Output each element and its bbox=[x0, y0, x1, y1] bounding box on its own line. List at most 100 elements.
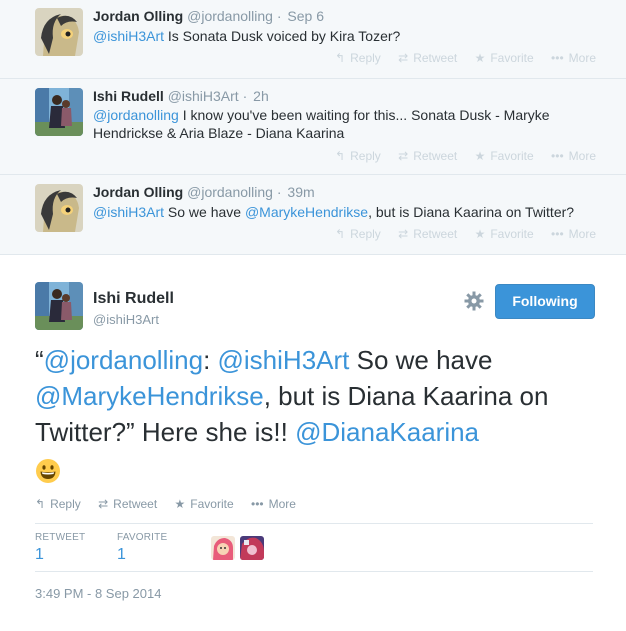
more-dots-icon: ••• bbox=[551, 227, 564, 241]
retweet-button[interactable]: ⇄ Retweet bbox=[398, 227, 457, 241]
reply-button[interactable]: ↰ Reply bbox=[35, 497, 81, 511]
reply-header: Jordan Olling @jordanolling · Sep 6 bbox=[93, 8, 324, 24]
favorite-label: Favorite bbox=[190, 497, 234, 511]
tweet-text: @ishiH3Art So we have @MarykeHendrikse, … bbox=[93, 203, 583, 221]
avatar-jordan[interactable] bbox=[35, 184, 83, 232]
favorite-label: Favorite bbox=[490, 149, 534, 163]
following-button[interactable]: Following bbox=[495, 284, 595, 319]
reply-label: Reply bbox=[350, 227, 381, 241]
retweet-count[interactable]: 1 bbox=[35, 546, 44, 564]
more-dots-icon: ••• bbox=[551, 149, 564, 163]
mention-link[interactable]: @jordanolling bbox=[44, 345, 203, 375]
favoriter-avatar-1[interactable] bbox=[211, 536, 235, 560]
author-handle[interactable]: @jordanolling bbox=[187, 184, 273, 200]
avatar-jordan[interactable] bbox=[35, 8, 83, 56]
tweet-timestamp[interactable]: 3:49 PM - 8 Sep 2014 bbox=[35, 586, 161, 601]
avatar-ishi-main[interactable] bbox=[35, 282, 83, 330]
more-dots-icon: ••• bbox=[251, 497, 264, 511]
quote-mark: “ bbox=[35, 345, 44, 375]
retweet-count-label: RETWEET bbox=[35, 532, 86, 543]
reply-label: Reply bbox=[50, 497, 81, 511]
colon-text: : bbox=[203, 345, 218, 375]
mention-link[interactable]: @ishiH3Art bbox=[93, 204, 164, 220]
favorite-count-label: FAVORITE bbox=[117, 532, 168, 543]
retweet-label: Retweet bbox=[413, 51, 458, 65]
main-author-handle[interactable]: @ishiH3Art bbox=[93, 312, 159, 327]
author-name[interactable]: Jordan Olling bbox=[93, 8, 183, 24]
tweet-text-body: I know you've been waiting for this... S… bbox=[178, 107, 550, 123]
more-label: More bbox=[568, 51, 596, 65]
reply-tweet-3[interactable]: Jordan Olling @jordanolling · 39m @ishiH… bbox=[0, 175, 626, 255]
tweet-time[interactable]: 2h bbox=[253, 88, 269, 104]
tweet-actions: ↰ Reply ⇄ Retweet ★ Favorite ••• More bbox=[321, 227, 596, 241]
retweet-icon: ⇄ bbox=[398, 227, 409, 241]
more-button[interactable]: ••• More bbox=[551, 149, 596, 163]
reply-tweet-1[interactable]: Jordan Olling @jordanolling · Sep 6 @ish… bbox=[0, 0, 626, 79]
mention-link[interactable]: @ishiH3Art bbox=[93, 28, 164, 44]
main-tweet-text: “@jordanolling: @ishiH3Art So we have @M… bbox=[35, 342, 595, 486]
tweet-text-body-end: , but is Diana Kaarina on Twitter? bbox=[368, 204, 575, 220]
reply-icon: ↰ bbox=[335, 227, 346, 241]
reply-label: Reply bbox=[350, 149, 381, 163]
favorite-count[interactable]: 1 bbox=[117, 546, 126, 564]
main-tweet-actions: ↰ Reply ⇄ Retweet ★ Favorite ••• More bbox=[35, 497, 310, 511]
more-dots-icon: ••• bbox=[551, 51, 564, 65]
star-icon: ★ bbox=[474, 51, 486, 65]
more-label: More bbox=[268, 497, 296, 511]
mention-link[interactable]: @DianaKaarina bbox=[295, 417, 479, 447]
tweet-actions: ↰ Reply ⇄ Retweet ★ Favorite ••• More bbox=[321, 51, 596, 65]
divider bbox=[35, 523, 593, 524]
tweet-time[interactable]: Sep 6 bbox=[287, 8, 324, 24]
star-icon: ★ bbox=[474, 149, 486, 163]
retweet-icon: ⇄ bbox=[98, 497, 109, 511]
mention-link[interactable]: @MarykeHendrikse bbox=[245, 204, 368, 220]
tweet-text-body: So we have bbox=[349, 345, 493, 375]
reply-label: Reply bbox=[350, 51, 381, 65]
reply-icon: ↰ bbox=[35, 497, 46, 511]
tweet-time[interactable]: 39m bbox=[287, 184, 314, 200]
more-label: More bbox=[568, 149, 596, 163]
more-button[interactable]: ••• More bbox=[251, 497, 296, 511]
separator-dot: · bbox=[242, 88, 248, 104]
retweet-button[interactable]: ⇄ Retweet bbox=[398, 149, 457, 163]
reply-button[interactable]: ↰ Reply bbox=[335, 149, 381, 163]
separator-dot: · bbox=[276, 8, 282, 24]
retweet-label: Retweet bbox=[113, 497, 158, 511]
retweet-button[interactable]: ⇄ Retweet bbox=[398, 51, 457, 65]
tweet-actions: ↰ Reply ⇄ Retweet ★ Favorite ••• More bbox=[321, 149, 596, 163]
reply-button[interactable]: ↰ Reply bbox=[335, 51, 381, 65]
reply-header: Jordan Olling @jordanolling · 39m bbox=[93, 184, 315, 200]
divider bbox=[35, 571, 593, 572]
avatar-ishi[interactable] bbox=[35, 88, 83, 136]
reply-tweet-2[interactable]: Ishi Rudell @ishiH3Art · 2h @jordanollin… bbox=[0, 79, 626, 175]
reply-button[interactable]: ↰ Reply bbox=[335, 227, 381, 241]
author-name[interactable]: Jordan Olling bbox=[93, 184, 183, 200]
mention-link[interactable]: @ishiH3Art bbox=[218, 345, 350, 375]
retweet-icon: ⇄ bbox=[398, 51, 409, 65]
separator-dot: · bbox=[276, 184, 282, 200]
favorite-button[interactable]: ★ Favorite bbox=[475, 149, 534, 163]
mention-link[interactable]: @jordanolling bbox=[93, 107, 179, 123]
tweet-text: @ishiH3Art Is Sonata Dusk voiced by Kira… bbox=[93, 27, 583, 45]
more-button[interactable]: ••• More bbox=[551, 227, 596, 241]
star-icon: ★ bbox=[174, 497, 186, 511]
favorite-label: Favorite bbox=[490, 227, 534, 241]
reply-icon: ↰ bbox=[335, 51, 346, 65]
more-button[interactable]: ••• More bbox=[551, 51, 596, 65]
favoriter-avatar-2[interactable] bbox=[240, 536, 264, 560]
gear-icon[interactable] bbox=[463, 290, 485, 312]
mention-link[interactable]: @MarykeHendrikse bbox=[35, 381, 264, 411]
retweet-icon: ⇄ bbox=[398, 149, 409, 163]
tweet-text-body: So we have bbox=[164, 204, 245, 220]
smile-emoji-icon bbox=[35, 457, 61, 484]
tweet-text-body: Is Sonata Dusk voiced by Kira Tozer? bbox=[164, 28, 401, 44]
main-author-name[interactable]: Ishi Rudell bbox=[93, 290, 174, 308]
retweet-label: Retweet bbox=[413, 149, 458, 163]
favorite-button[interactable]: ★ Favorite bbox=[175, 497, 234, 511]
author-handle[interactable]: @jordanolling bbox=[187, 8, 273, 24]
retweet-button[interactable]: ⇄ Retweet bbox=[98, 497, 157, 511]
author-name[interactable]: Ishi Rudell bbox=[93, 88, 164, 104]
author-handle[interactable]: @ishiH3Art bbox=[168, 88, 239, 104]
favorite-button[interactable]: ★ Favorite bbox=[475, 51, 534, 65]
favorite-button[interactable]: ★ Favorite bbox=[475, 227, 534, 241]
